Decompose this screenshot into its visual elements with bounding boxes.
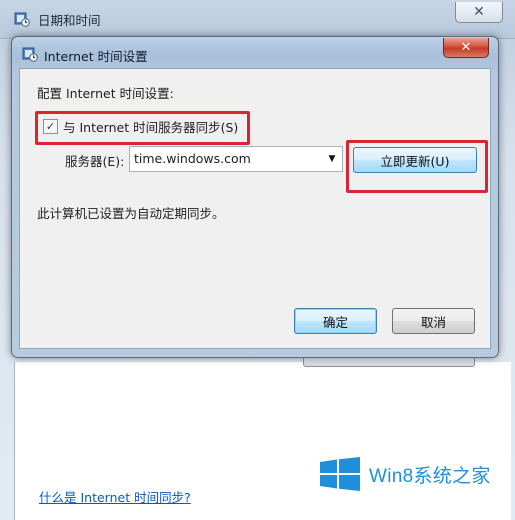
server-value[interactable]: time.windows.com <box>134 151 251 166</box>
clock-globe-icon <box>22 47 38 62</box>
cancel-button[interactable]: 取消 <box>392 308 475 334</box>
date-time-window-title: 日期和时间 <box>38 13 101 28</box>
clock-globe-icon <box>14 12 30 27</box>
close-icon: ✕ <box>473 4 485 20</box>
sync-checkbox[interactable]: ✓ <box>43 119 58 134</box>
date-time-close-button[interactable]: ✕ <box>455 2 503 23</box>
windows-logo-icon <box>320 457 360 491</box>
internet-time-settings-dialog: Internet 时间设置 ✕ 配置 Internet 时间设置: ✓ 与 In… <box>11 36 499 358</box>
update-now-button[interactable]: 立即更新(U) <box>353 147 477 173</box>
date-time-content: Win8系统之家 什么是 Internet 时间同步? <box>14 356 511 520</box>
dropdown-arrow-icon[interactable]: ▼ <box>325 152 339 166</box>
close-icon: ✕ <box>460 40 472 55</box>
dialog-body: 配置 Internet 时间设置: ✓ 与 Internet 时间服务器同步(S… <box>19 68 491 349</box>
watermark-text: Win8系统之家 <box>369 465 491 487</box>
watermark: Win8系统之家 <box>319 457 491 491</box>
sync-checkbox-label[interactable]: 与 Internet 时间服务器同步(S) <box>63 117 238 136</box>
server-combobox[interactable]: time.windows.com ▼ <box>129 146 343 172</box>
dialog-title: Internet 时间设置 <box>44 49 148 64</box>
server-label: 服务器(E): <box>65 154 125 169</box>
ok-button[interactable]: 确定 <box>294 308 377 334</box>
date-time-titlebar: 日期和时间 ✕ <box>0 0 515 39</box>
checkmark-icon: ✓ <box>45 120 56 133</box>
config-label: 配置 Internet 时间设置: <box>37 86 174 101</box>
sync-checkbox-row[interactable]: ✓ 与 Internet 时间服务器同步(S) <box>43 117 238 136</box>
internet-time-help-link[interactable]: 什么是 Internet 时间同步? <box>39 487 191 506</box>
dialog-close-button[interactable]: ✕ <box>443 38 489 58</box>
sync-status-text: 此计算机已设置为自动定期同步。 <box>37 206 225 221</box>
